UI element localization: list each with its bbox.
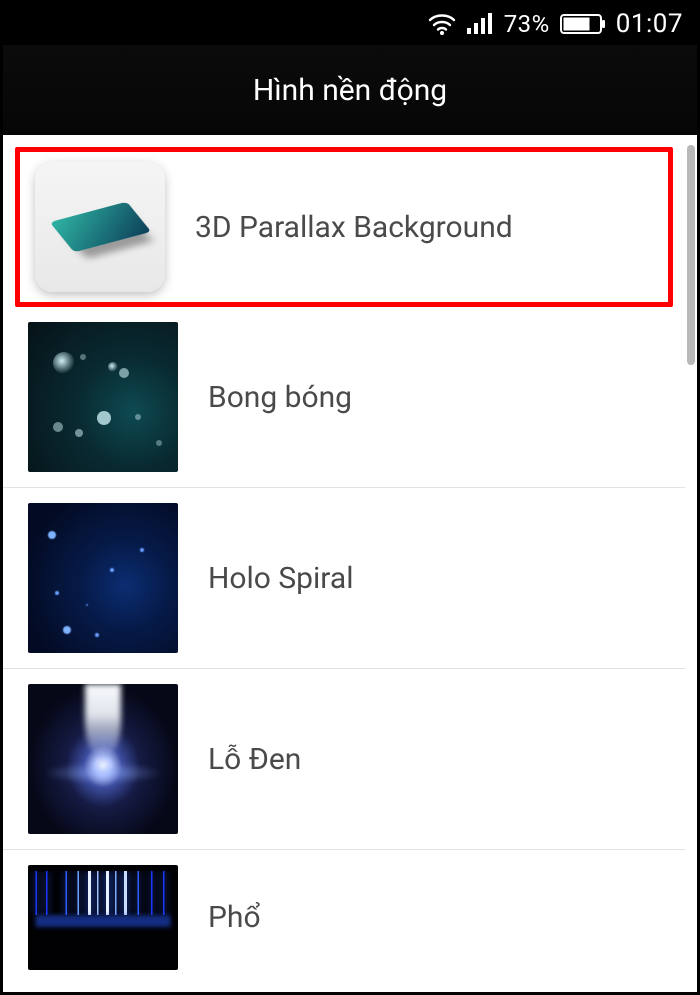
status-bar: 73% 01:07 [3, 3, 697, 45]
list-item-label: Bong bóng [208, 380, 352, 415]
wallpaper-thumbnail [35, 162, 165, 292]
list-item-lo-den[interactable]: Lỗ Đen [3, 669, 685, 850]
list-item-3d-parallax[interactable]: 3D Parallax Background [15, 147, 673, 307]
wallpaper-thumbnail [28, 322, 178, 472]
content: 3D Parallax Background Bong bóng Holo Sp… [3, 135, 697, 992]
scrollbar-thumb[interactable] [687, 145, 695, 365]
scrollbar[interactable] [685, 135, 697, 992]
list-item-bong-bong[interactable]: Bong bóng [3, 307, 685, 488]
battery-icon [560, 13, 606, 35]
header: Hình nền động [3, 45, 697, 135]
list-item-label: Phổ [208, 900, 261, 935]
list-item-label: Lỗ Đen [208, 742, 301, 777]
wifi-icon [428, 13, 456, 35]
page-title: Hình nền động [253, 73, 447, 108]
wallpaper-thumbnail [28, 503, 178, 653]
wallpaper-list: 3D Parallax Background Bong bóng Holo Sp… [3, 135, 685, 992]
list-item-label: 3D Parallax Background [195, 210, 513, 245]
wallpaper-thumbnail [28, 684, 178, 834]
status-clock: 01:07 [616, 9, 683, 39]
battery-percentage: 73% [504, 10, 550, 38]
screen: 73% 01:07 Hình nền động 3D Parallax Back… [0, 0, 700, 995]
wallpaper-thumbnail [28, 865, 178, 970]
list-item-label: Holo Spiral [208, 561, 354, 596]
list-item-holo-spiral[interactable]: Holo Spiral [3, 488, 685, 669]
signal-icon [466, 13, 494, 35]
list-item-pho[interactable]: Phổ [3, 850, 685, 970]
